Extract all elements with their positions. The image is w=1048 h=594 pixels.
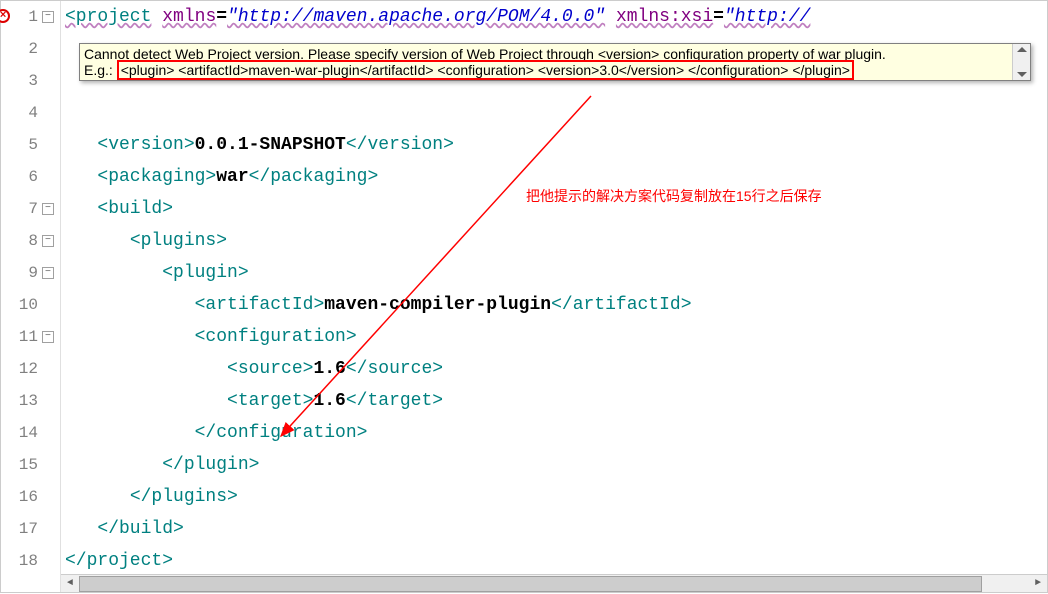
line-number: 6 xyxy=(1,161,40,193)
gutter-line: 1− xyxy=(1,1,60,33)
gutter-line: 6 xyxy=(1,161,60,193)
code-line[interactable]: </plugins> xyxy=(61,481,1047,513)
code-line[interactable]: <artifactId>maven-compiler-plugin</artif… xyxy=(61,289,1047,321)
error-tooltip: Cannot detect Web Project version. Pleas… xyxy=(79,43,1031,81)
line-number: 3 xyxy=(1,65,40,97)
scroll-track[interactable] xyxy=(79,576,1029,592)
line-number: 18 xyxy=(1,545,40,577)
scroll-left-button[interactable]: ◄ xyxy=(61,576,79,592)
code-line[interactable]: <source>1.6</source> xyxy=(61,353,1047,385)
fold-toggle-icon[interactable]: − xyxy=(42,331,54,343)
gutter-line: 16 xyxy=(1,481,60,513)
scroll-right-button[interactable]: ► xyxy=(1029,576,1047,592)
fold-toggle-icon[interactable]: − xyxy=(42,11,54,23)
line-number: 2 xyxy=(1,33,40,65)
line-number: 13 xyxy=(1,385,40,417)
line-number: 10 xyxy=(1,289,40,321)
code-line[interactable]: </project> xyxy=(61,545,1047,577)
code-line[interactable]: <plugin> xyxy=(61,257,1047,289)
gutter-line: 10 xyxy=(1,289,60,321)
gutter-line: 3 xyxy=(1,65,60,97)
code-line[interactable]: <configuration> xyxy=(61,321,1047,353)
gutter-line: 14 xyxy=(1,417,60,449)
code-line[interactable]: </build> xyxy=(61,513,1047,545)
horizontal-scrollbar[interactable]: ◄ ► xyxy=(61,574,1047,592)
code-line[interactable] xyxy=(61,97,1047,129)
line-number: 14 xyxy=(1,417,40,449)
line-number: 15 xyxy=(1,449,40,481)
gutter-line: 2 xyxy=(1,33,60,65)
line-number: 7 xyxy=(1,193,40,225)
code-line[interactable]: <plugins> xyxy=(61,225,1047,257)
line-number: 16 xyxy=(1,481,40,513)
scroll-thumb[interactable] xyxy=(79,576,982,592)
gutter-line: 7− xyxy=(1,193,60,225)
code-line[interactable]: <version>0.0.1-SNAPSHOT</version> xyxy=(61,129,1047,161)
gutter-line: 18 xyxy=(1,545,60,577)
gutter-line: 13 xyxy=(1,385,60,417)
code-area[interactable]: <project xmlns="http://maven.apache.org/… xyxy=(61,1,1047,592)
fold-toggle-icon[interactable]: − xyxy=(42,235,54,247)
code-line[interactable]: </plugin> xyxy=(61,449,1047,481)
annotation-text: 把他提示的解决方案代码复制放在15行之后保存 xyxy=(526,186,822,206)
gutter-line: 4 xyxy=(1,97,60,129)
line-number: 8 xyxy=(1,225,40,257)
gutter-line: 5 xyxy=(1,129,60,161)
gutter-line: 9− xyxy=(1,257,60,289)
code-line[interactable]: <target>1.6</target> xyxy=(61,385,1047,417)
code-editor[interactable]: 1−234567−8−9−1011−12131415161718 <projec… xyxy=(0,0,1048,593)
line-gutter: 1−234567−8−9−1011−12131415161718 xyxy=(1,1,61,592)
line-number: 5 xyxy=(1,129,40,161)
tooltip-scrollbar[interactable] xyxy=(1012,44,1030,80)
code-line[interactable]: </configuration> xyxy=(61,417,1047,449)
gutter-line: 8− xyxy=(1,225,60,257)
line-number: 11 xyxy=(1,321,40,353)
gutter-line: 17 xyxy=(1,513,60,545)
code-line[interactable]: <project xmlns="http://maven.apache.org/… xyxy=(61,1,1047,33)
line-number: 12 xyxy=(1,353,40,385)
gutter-line: 12 xyxy=(1,353,60,385)
fold-toggle-icon[interactable]: − xyxy=(42,267,54,279)
gutter-line: 15 xyxy=(1,449,60,481)
fold-toggle-icon[interactable]: − xyxy=(42,203,54,215)
gutter-line: 11− xyxy=(1,321,60,353)
line-number: 9 xyxy=(1,257,40,289)
tooltip-code-snippet: <plugin> <artifactId>maven-war-plugin</a… xyxy=(117,60,854,80)
line-number: 4 xyxy=(1,97,40,129)
line-number: 17 xyxy=(1,513,40,545)
tooltip-message-line2: E.g.: <plugin> <artifactId>maven-war-plu… xyxy=(84,62,1008,78)
